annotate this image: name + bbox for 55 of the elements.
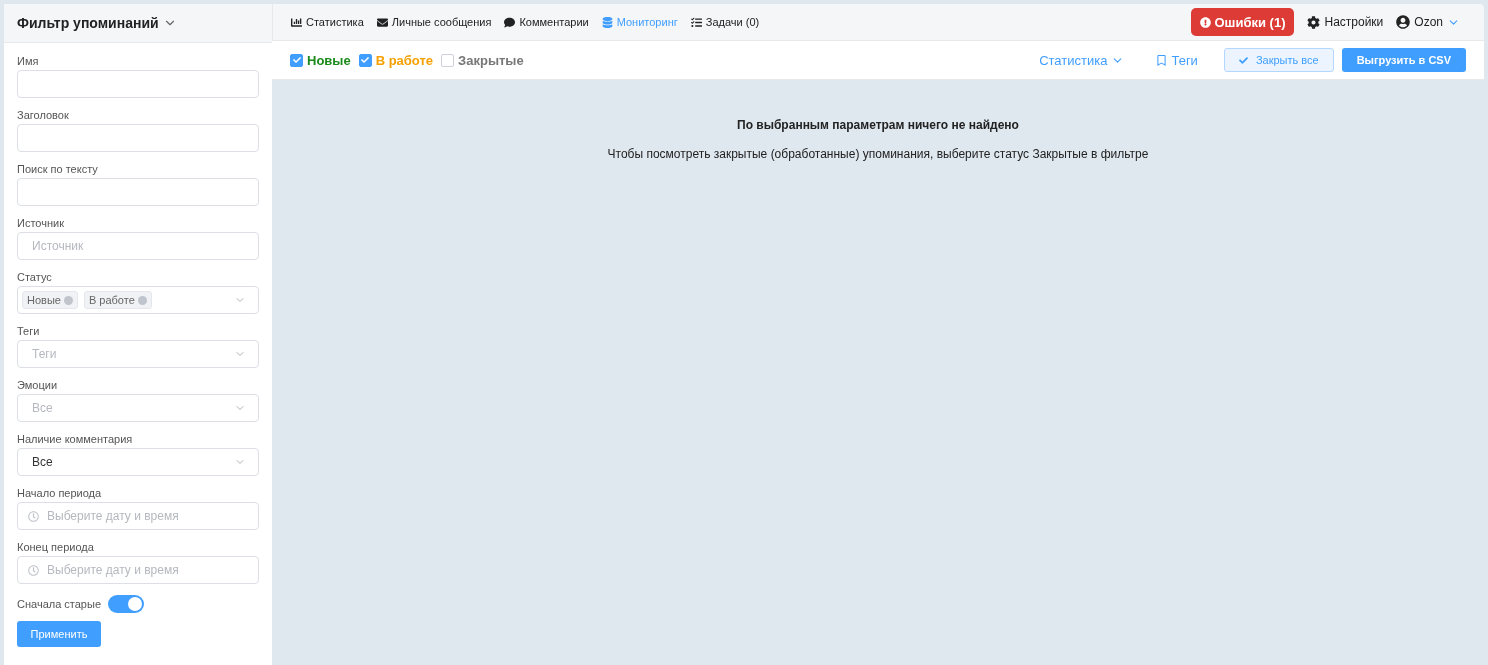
nav-tab[interactable]: Задачи (0) [690, 16, 760, 28]
field-label: Теги [17, 325, 41, 337]
user-icon [1396, 15, 1411, 29]
field-label: Наличие комментария [17, 433, 134, 445]
status-tag: Новые [22, 291, 78, 309]
nav-tab[interactable]: Статистика [291, 16, 364, 28]
chart-icon [291, 16, 302, 28]
empty-state-hint: Чтобы посмотреть закрытые (обработанные) упоминания, выберите статус Закрытые в фильтре [607, 147, 1149, 161]
export-csv-button[interactable]: Выгрузить в CSV [1341, 48, 1466, 72]
settings-icon [1307, 15, 1321, 29]
exclamation-icon [1199, 16, 1211, 28]
database-icon [601, 16, 613, 28]
envelope-icon [376, 16, 388, 28]
text-field[interactable] [17, 178, 259, 206]
field-label: Источник [17, 217, 65, 229]
checkbox-icon[interactable] [441, 53, 455, 67]
checkbox-icon[interactable] [290, 53, 303, 67]
select-field[interactable]: Все [17, 448, 259, 476]
checkbox-icon[interactable] [358, 53, 372, 67]
check-icon [1238, 55, 1248, 65]
checklist-icon [690, 16, 702, 28]
nav-tab[interactable]: Личные сообщения [376, 16, 492, 28]
field-label: Поиск по тексту [17, 163, 99, 175]
apply-button[interactable]: Применить [17, 621, 101, 647]
close-all-button[interactable]: Закрыть все [1223, 48, 1334, 72]
field-label: Эмоции [17, 379, 59, 391]
field-label: Имя [17, 55, 40, 67]
toggle-switch[interactable] [108, 595, 144, 613]
user-menu[interactable]: Ozon [1396, 15, 1460, 29]
text-field[interactable] [17, 70, 259, 98]
field-label: Заголовок [17, 109, 70, 121]
status-tag: В работе [83, 291, 152, 309]
errors-button[interactable]: Ошибки (1) [1190, 8, 1295, 36]
field-label: Статус [17, 271, 53, 283]
clock-icon [28, 564, 39, 576]
text-field[interactable] [17, 124, 259, 152]
status-checkbox[interactable]: Новые [290, 52, 351, 68]
comment-icon [504, 16, 516, 28]
clock-icon [28, 510, 39, 522]
status-checkbox[interactable]: Закрытые [441, 52, 524, 68]
field-label: Начало периода [17, 487, 103, 499]
empty-state-title: По выбранным параметрам ничего не найдено [737, 118, 1019, 132]
bookmark-icon [1156, 54, 1168, 66]
text-field[interactable]: Источник [17, 232, 259, 260]
tags-link[interactable]: Теги [1156, 52, 1198, 68]
remove-icon[interactable] [137, 295, 147, 305]
field-label: Конец периода [17, 541, 95, 553]
remove-icon[interactable] [63, 295, 73, 305]
statistics-menu[interactable]: Статистика [1039, 52, 1125, 68]
toggle-label: Сначала старые [17, 598, 101, 610]
nav-tab[interactable]: Комментарии [504, 16, 589, 28]
nav-tab[interactable]: Мониторинг [601, 16, 678, 28]
settings-link[interactable]: Настройки [1307, 15, 1384, 29]
sidebar-title: Фильтр упоминаний [17, 15, 159, 31]
status-select[interactable]: Новые В работе [17, 286, 259, 314]
